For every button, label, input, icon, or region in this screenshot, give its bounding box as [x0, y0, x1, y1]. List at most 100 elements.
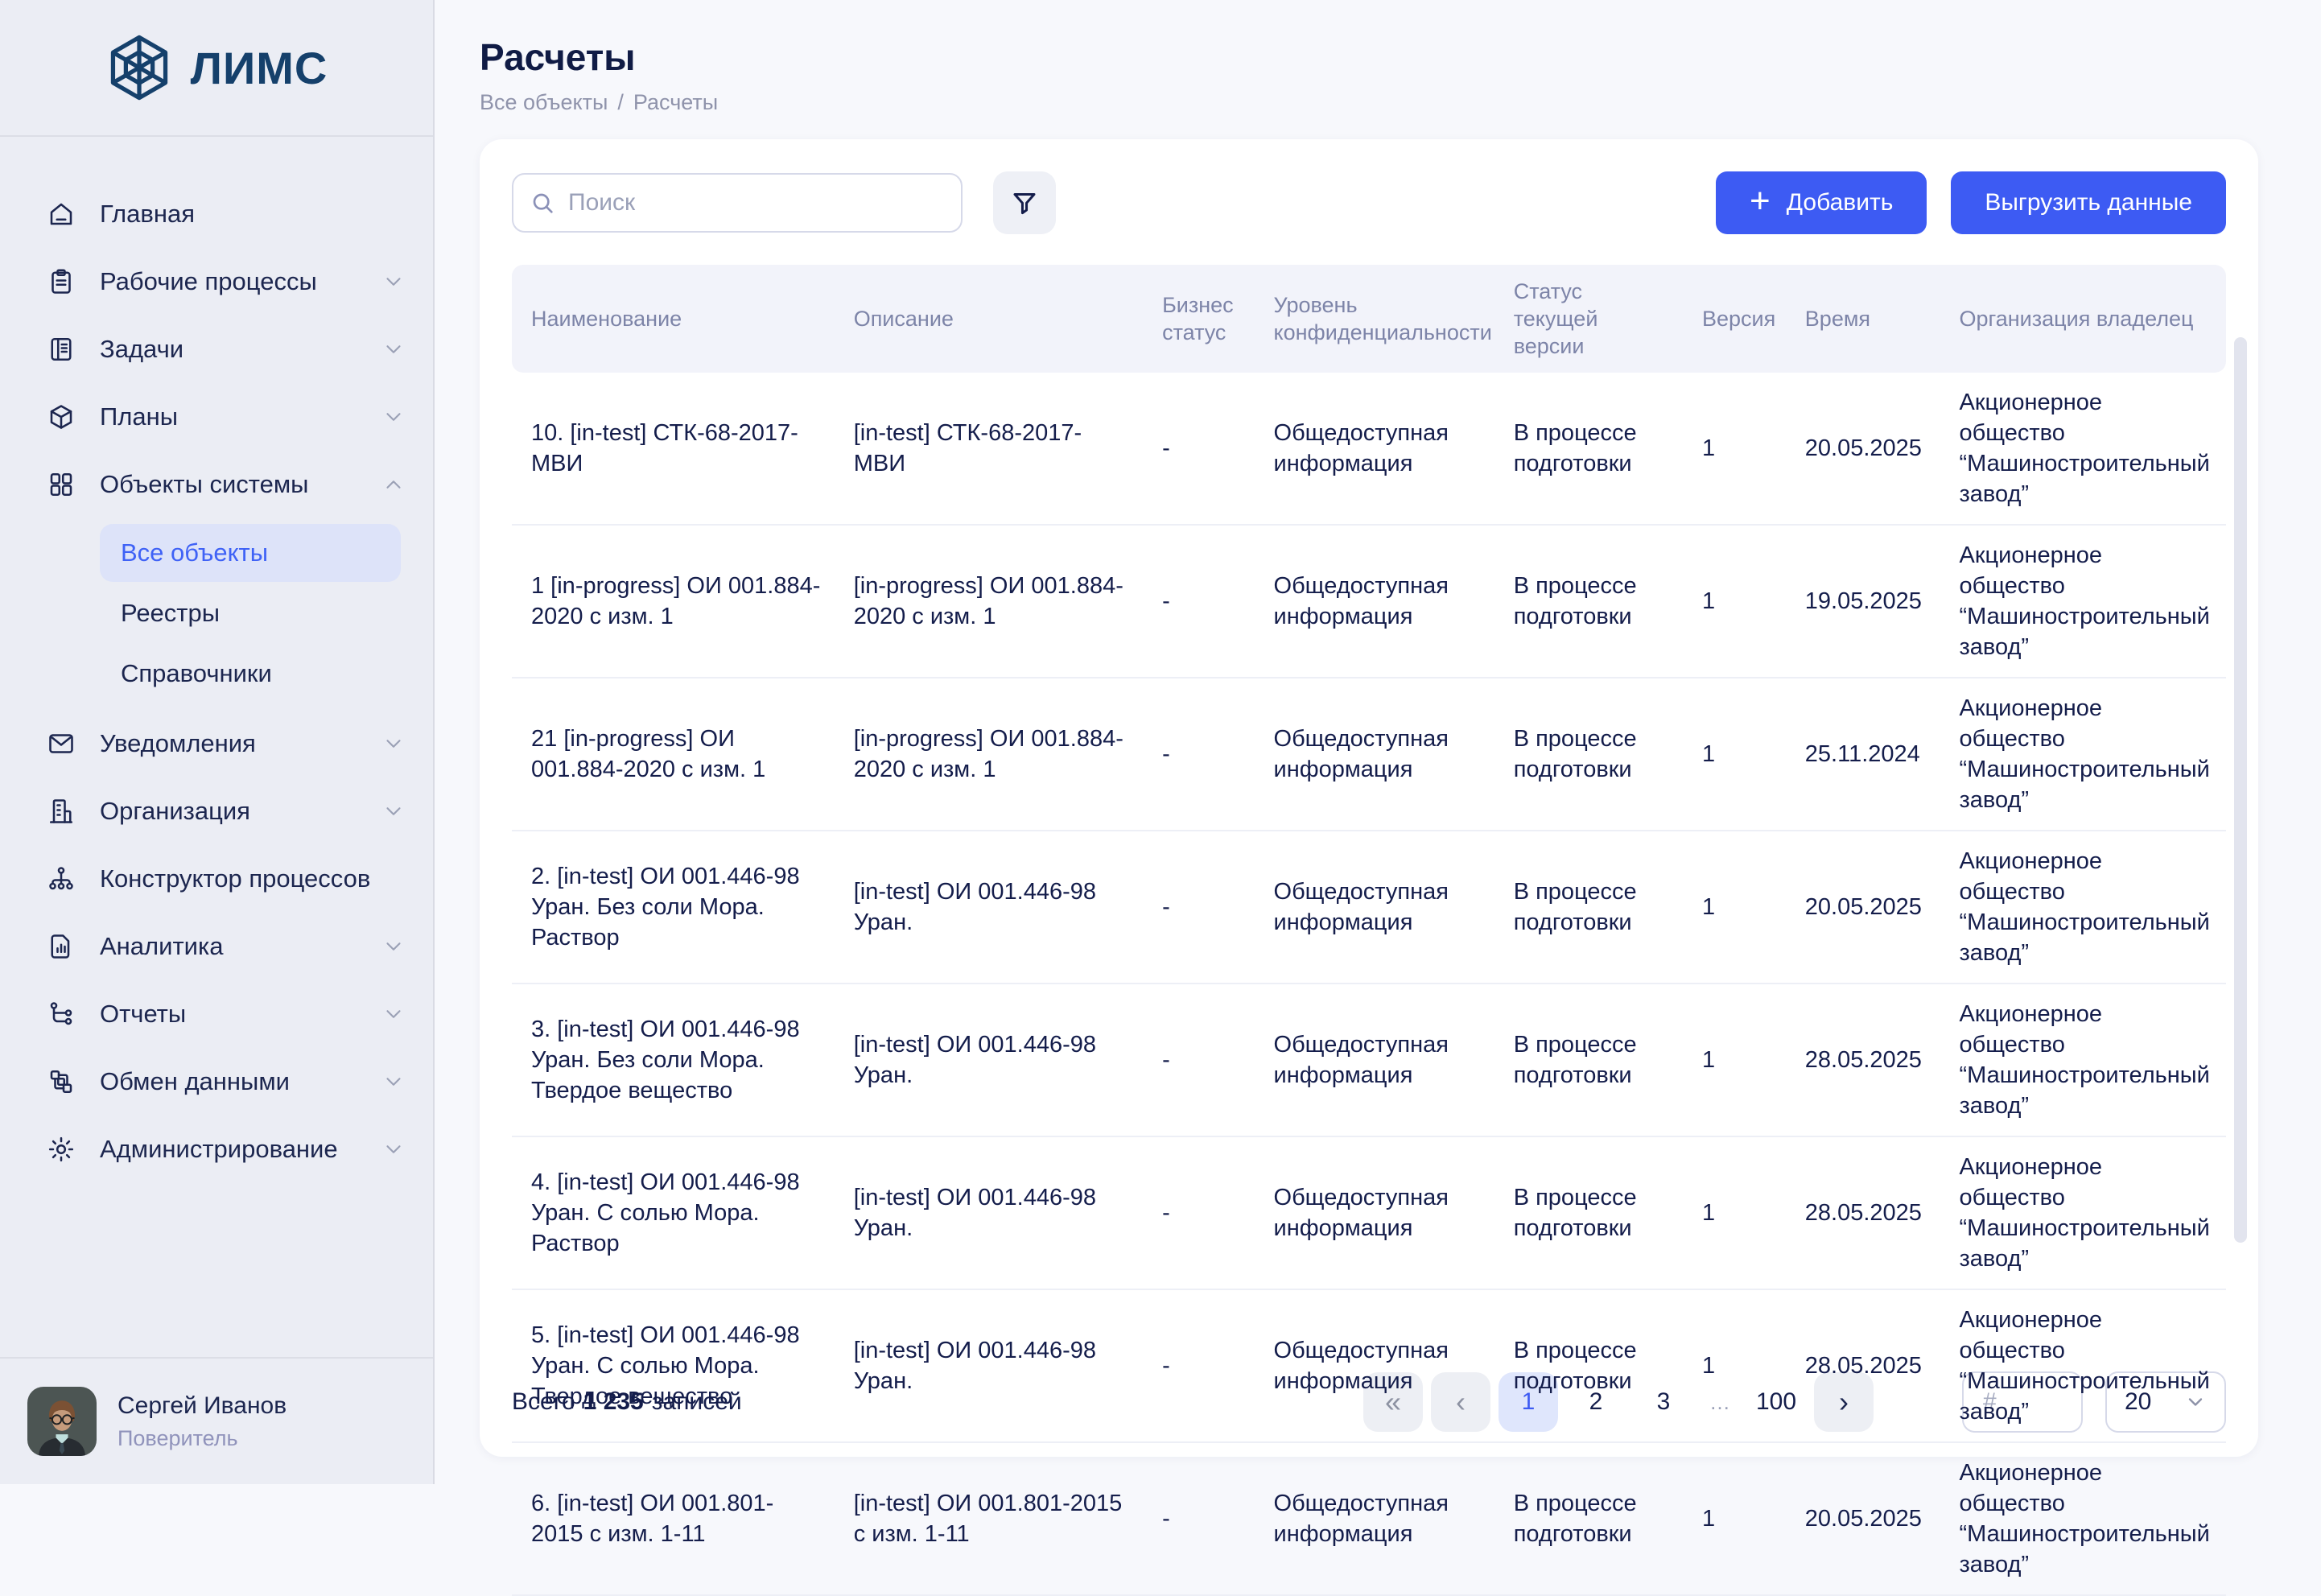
table-row[interactable]: 1 [in-progress] ОИ 001.884-2020 с изм. 1… [512, 525, 2226, 678]
sidebar-subitem-registries[interactable]: Реестры [100, 584, 401, 642]
cell-version-status: В процессе подготовки [1498, 831, 1686, 984]
table-header: Наименование Описание Бизнес статус Уров… [512, 265, 2226, 373]
column-header-time: Время [1789, 265, 1944, 373]
table-row[interactable]: 5. [in-test] ОИ 001.446-98 Уран. С солью… [512, 1289, 2226, 1442]
sidebar-item-data-exchange[interactable]: Обмен данными [24, 1048, 414, 1116]
app-logo[interactable]: ЛИМС [0, 0, 433, 137]
sidebar-item-plans[interactable]: Планы [24, 383, 414, 451]
cell-name: 10. [in-test] СТК-68-2017-МВИ [512, 373, 838, 525]
cell-version-status: В процессе подготовки [1498, 1289, 1686, 1442]
cell-time: 25.11.2024 [1789, 678, 1944, 831]
main-content: Расчеты Все объекты / Расчеты [435, 0, 2321, 1484]
sidebar-item-label: Уведомления [100, 728, 256, 759]
cell-description: [in-test] ОИ 001.446-98 Уран. [838, 831, 1146, 984]
chevron-down-icon [381, 337, 406, 361]
breadcrumb-item[interactable]: Все объекты [480, 90, 608, 115]
sidebar-item-reports[interactable]: Отчеты [24, 980, 414, 1048]
cell-owner: Акционерное общество “Машиностроительный… [1943, 525, 2226, 678]
user-profile[interactable]: Сергей Иванов Поверитель [0, 1357, 433, 1484]
add-button[interactable]: + Добавить [1716, 171, 1927, 234]
chevron-down-icon [381, 1137, 406, 1161]
cell-version-status: В процессе подготовки [1498, 1136, 1686, 1289]
toolbar: + Добавить Выгрузить данные [512, 171, 2226, 234]
cell-confidentiality: Общедоступная информация [1258, 1289, 1498, 1442]
cell-time: 28.05.2025 [1789, 1289, 1944, 1442]
cell-name: 2. [in-test] ОИ 001.446-98 Уран. Без сол… [512, 831, 838, 984]
sidebar-item-label: Объекты системы [100, 469, 308, 500]
cell-name: 4. [in-test] ОИ 001.446-98 Уран. С солью… [512, 1136, 838, 1289]
column-header-business-status: Бизнес статус [1146, 265, 1257, 373]
sidebar-item-tasks[interactable]: Задачи [24, 315, 414, 383]
table-row[interactable]: 4. [in-test] ОИ 001.446-98 Уран. С солью… [512, 1136, 2226, 1289]
avatar [27, 1387, 97, 1456]
cell-confidentiality: Общедоступная информация [1258, 831, 1498, 984]
table-row[interactable]: 10. [in-test] СТК-68-2017-МВИ[in-test] С… [512, 373, 2226, 525]
table-row[interactable]: 2. [in-test] ОИ 001.446-98 Уран. Без сол… [512, 831, 2226, 984]
sidebar-item-label: Планы [100, 402, 178, 432]
column-header-version-status: Статус текущей версии [1498, 265, 1686, 373]
cell-description: [in-test] ОИ 001.801-2015 с изм. 1-11 [838, 1442, 1146, 1595]
cell-confidentiality: Общедоступная информация [1258, 984, 1498, 1136]
cell-business-status: - [1146, 984, 1257, 1136]
cell-time: 20.05.2025 [1789, 831, 1944, 984]
cell-business-status: - [1146, 1442, 1257, 1595]
cell-business-status: - [1146, 678, 1257, 831]
chevron-up-icon [381, 472, 406, 497]
cell-confidentiality: Общедоступная информация [1258, 525, 1498, 678]
sidebar-item-administration[interactable]: Администрирование [24, 1116, 414, 1183]
cell-business-status: - [1146, 1136, 1257, 1289]
chevron-down-icon [381, 799, 406, 823]
sidebar-subitem-references[interactable]: Справочники [100, 645, 401, 703]
sidebar-item-label: Рабочие процессы [100, 266, 317, 297]
column-header-name: Наименование [512, 265, 838, 373]
sidebar-subitem-all-objects[interactable]: Все объекты [100, 524, 401, 582]
page-header: Расчеты Все объекты / Расчеты [435, 0, 2321, 139]
table-row[interactable]: 3. [in-test] ОИ 001.446-98 Уран. Без сол… [512, 984, 2226, 1136]
sidebar-item-label: Администрирование [100, 1134, 338, 1165]
grid-icon [47, 470, 76, 499]
table-row[interactable]: 21 [in-progress] ОИ 001.884-2020 с изм. … [512, 678, 2226, 831]
sidebar-item-process-builder[interactable]: Конструктор процессов [24, 845, 414, 913]
table-body: 10. [in-test] СТК-68-2017-МВИ[in-test] С… [512, 373, 2226, 1595]
column-header-version: Версия [1686, 265, 1789, 373]
cell-owner: Акционерное общество “Машиностроительный… [1943, 678, 2226, 831]
sidebar-item-label: Конструктор процессов [100, 864, 370, 894]
column-header-owner: Организация владелец [1943, 265, 2226, 373]
exchange-icon [47, 1067, 76, 1096]
filter-button[interactable] [993, 171, 1056, 234]
cell-version: 1 [1686, 678, 1789, 831]
sidebar-item-label: Аналитика [100, 931, 223, 962]
cell-owner: Акционерное общество “Машиностроительный… [1943, 1442, 2226, 1595]
user-name: Сергей Иванов [117, 1392, 287, 1420]
cell-time: 28.05.2025 [1789, 1136, 1944, 1289]
cell-version: 1 [1686, 373, 1789, 525]
cell-version: 1 [1686, 1136, 1789, 1289]
sidebar-item-workflows[interactable]: Рабочие процессы [24, 248, 414, 315]
objects-table: Наименование Описание Бизнес статус Уров… [512, 265, 2226, 1596]
cell-description: [in-test] ОИ 001.446-98 Уран. [838, 1136, 1146, 1289]
sidebar-item-notifications[interactable]: Уведомления [24, 710, 414, 777]
cell-version: 1 [1686, 525, 1789, 678]
sidebar-item-system-objects[interactable]: Объекты системы [24, 451, 414, 518]
sidebar-item-label: Отчеты [100, 999, 186, 1029]
vertical-scrollbar[interactable] [2234, 337, 2247, 1243]
cell-name: 21 [in-progress] ОИ 001.884-2020 с изм. … [512, 678, 838, 831]
cell-time: 28.05.2025 [1789, 984, 1944, 1136]
sidebar-item-analytics[interactable]: Аналитика [24, 913, 414, 980]
cell-confidentiality: Общедоступная информация [1258, 373, 1498, 525]
branch-icon [47, 1000, 76, 1029]
sidebar-item-label: Организация [100, 796, 250, 827]
table-row[interactable]: 6. [in-test] ОИ 001.801-2015 с изм. 1-11… [512, 1442, 2226, 1595]
table-zone: Наименование Описание Бизнес статус Уров… [512, 265, 2226, 1347]
sidebar-item-organization[interactable]: Организация [24, 777, 414, 845]
cell-owner: Акционерное общество “Машиностроительный… [1943, 1289, 2226, 1442]
page-title: Расчеты [480, 35, 2321, 79]
sidebar-item-home[interactable]: Главная [24, 180, 414, 248]
search-input[interactable] [567, 188, 945, 217]
cell-version: 1 [1686, 831, 1789, 984]
export-button[interactable]: Выгрузить данные [1951, 171, 2226, 234]
search-icon [530, 190, 555, 216]
cell-name: 5. [in-test] ОИ 001.446-98 Уран. С солью… [512, 1289, 838, 1442]
sidebar-item-label: Главная [100, 199, 195, 229]
chevron-down-icon [381, 1002, 406, 1026]
